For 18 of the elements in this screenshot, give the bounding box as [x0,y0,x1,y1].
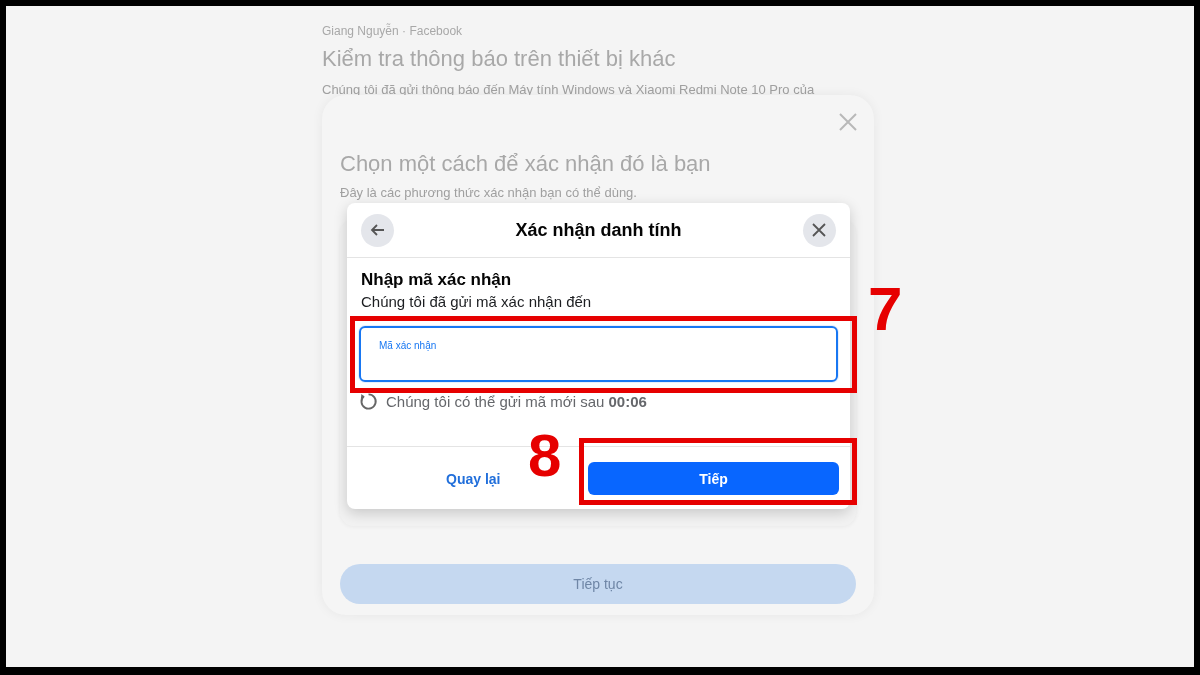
card-title: Chọn một cách để xác nhận đó là bạn [340,151,712,177]
back-arrow-icon [369,222,386,238]
resend-timer-text: Chúng tôi có thể gửi mã mới sau 00:06 [386,393,647,410]
refresh-icon [359,392,378,411]
close-icon [811,222,828,238]
next-button[interactable]: Tiếp [588,462,839,495]
code-field[interactable]: Mã xác nhận [359,326,838,382]
step-number: 8 [528,426,562,486]
dialog-heading: Nhập mã xác nhận [361,270,513,290]
page-title: Kiểm tra thông báo trên thiết bị khác [322,46,677,72]
back-button[interactable] [361,213,394,247]
card-subtitle: Đây là các phương thức xác nhận bạn có thể dùng. [340,185,638,200]
close-button[interactable] [803,213,836,247]
account-name: Giang Nguyễn · Facebook [322,24,464,40]
back-link[interactable]: Quay lại [442,468,505,489]
dialog-text: Chúng tôi đã gửi mã xác nhận đến [361,293,593,310]
dialog-title: Xác nhận danh tính [515,219,682,241]
step-number: 7 [868,278,903,340]
